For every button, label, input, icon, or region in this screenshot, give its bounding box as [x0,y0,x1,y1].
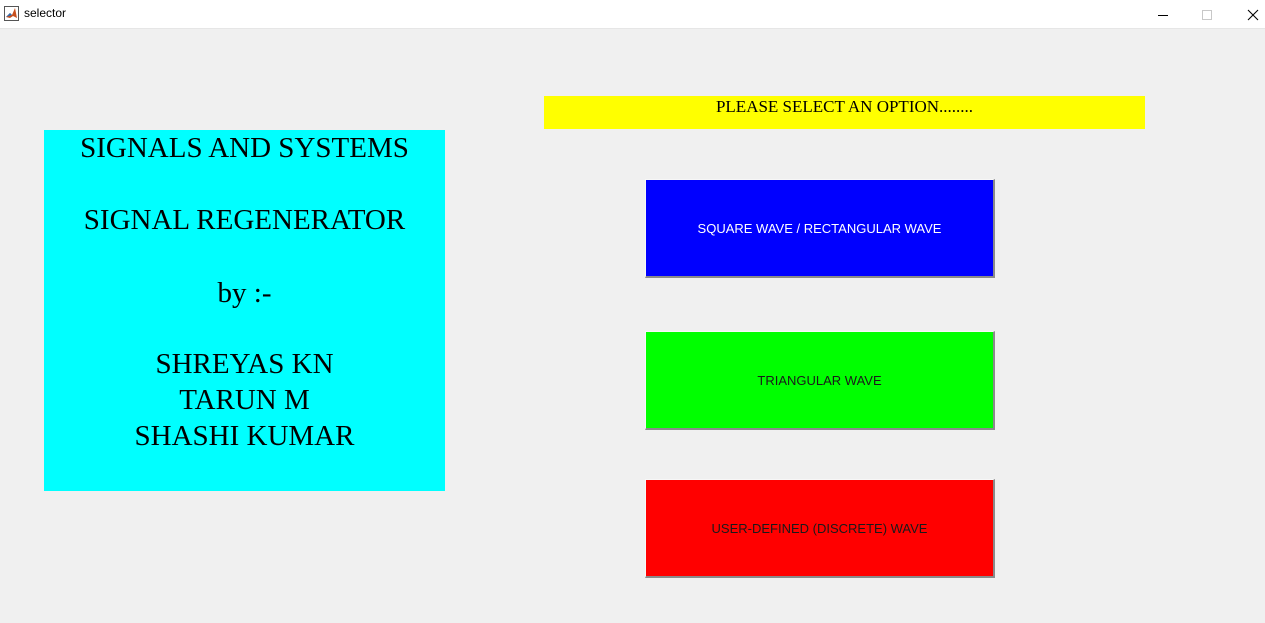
triangular-wave-button[interactable]: TRIANGULAR WAVE [645,331,995,430]
user-defined-wave-button[interactable]: USER-DEFINED (DISCRETE) WAVE [645,479,995,578]
author-name: TARUN M [179,384,310,416]
maximize-button[interactable] [1184,0,1230,29]
user-defined-wave-button-label: USER-DEFINED (DISCRETE) WAVE [711,520,928,536]
title-bar: selector [0,0,1265,29]
project-title: SIGNAL REGENERATOR [83,204,406,236]
by-label: by :- [217,277,272,309]
minimize-icon [1158,14,1168,16]
square-wave-button[interactable]: SQUARE WAVE / RECTANGULAR WAVE [645,179,995,278]
matlab-icon [4,6,19,21]
minimize-button[interactable] [1140,0,1186,29]
author-name: SHREYAS KN [155,348,334,380]
close-icon [1247,9,1259,20]
course-title: SIGNALS AND SYSTEMS [80,132,409,164]
author-name: SHASHI KUMAR [134,420,355,452]
square-wave-button-label: SQUARE WAVE / RECTANGULAR WAVE [697,220,942,236]
info-panel: SIGNALS AND SYSTEMS SIGNAL REGENERATOR b… [44,130,445,491]
triangular-wave-button-label: TRIANGULAR WAVE [757,372,882,388]
window-title: selector [24,6,67,20]
maximize-icon [1202,9,1212,20]
close-button[interactable] [1230,0,1265,29]
select-option-prompt: PLEASE SELECT AN OPTION........ [544,96,1145,129]
